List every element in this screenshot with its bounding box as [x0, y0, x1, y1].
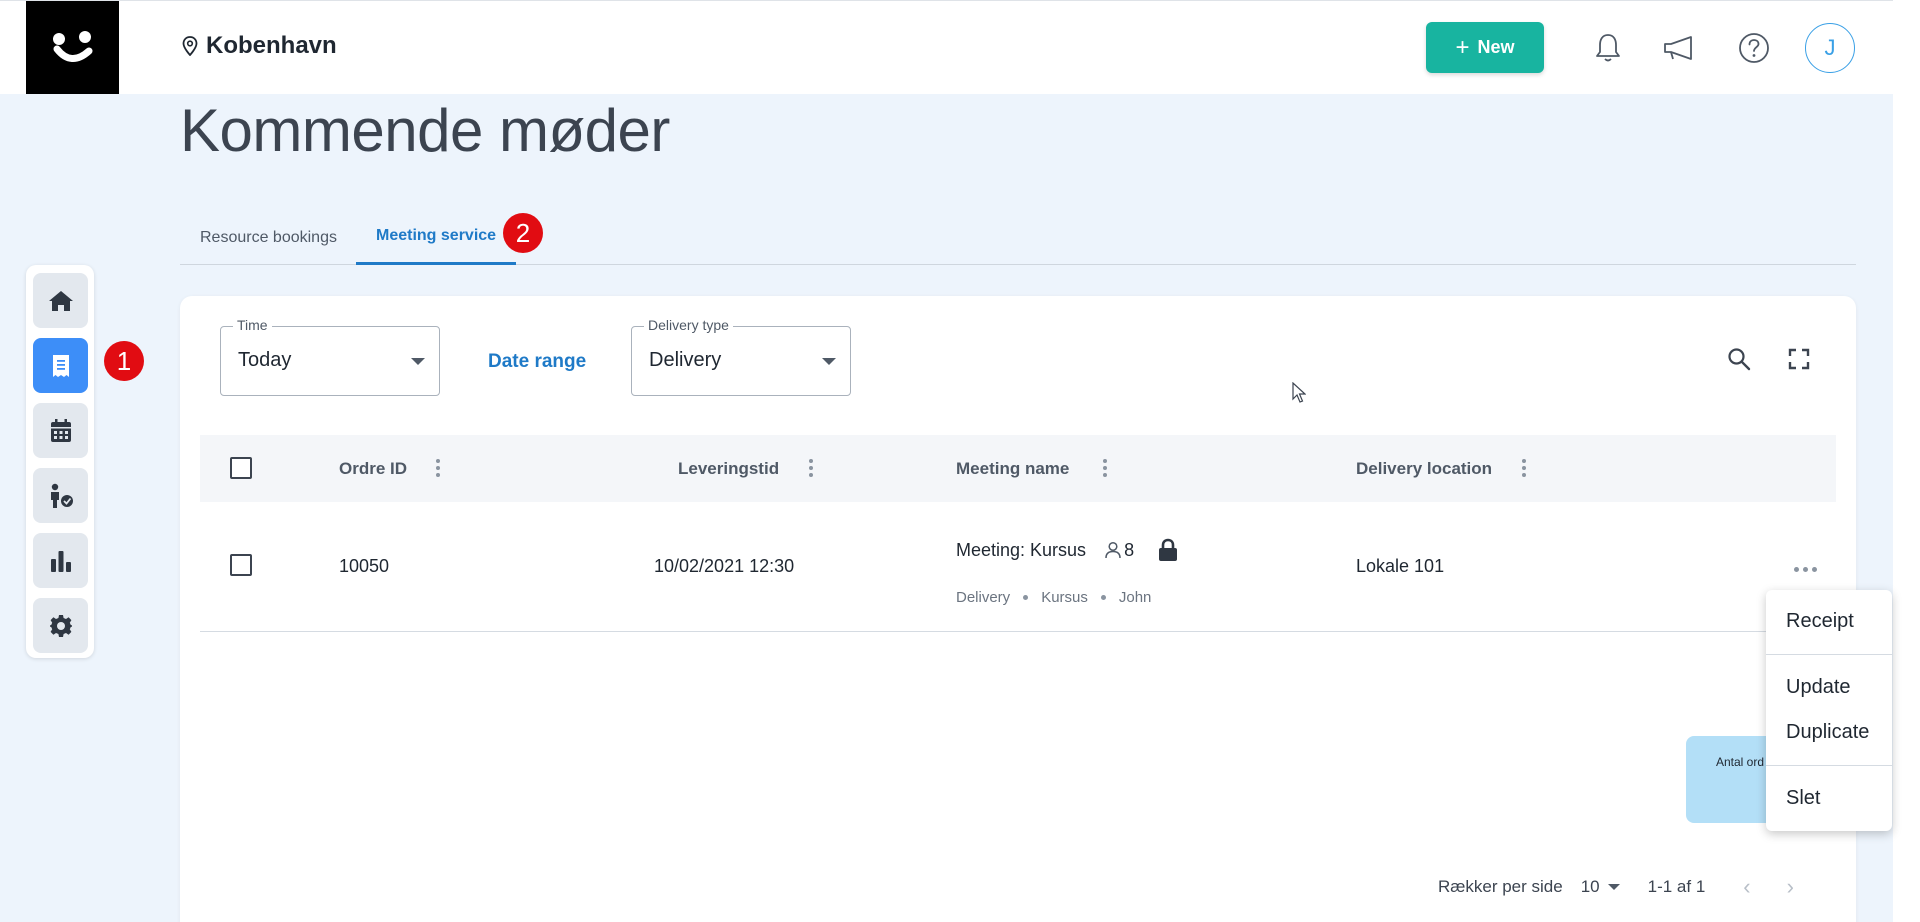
annotation-marker-1: 1 [104, 341, 144, 381]
new-button-label: New [1477, 37, 1515, 57]
column-menu-icon[interactable] [436, 459, 440, 477]
sidebar-item-reports[interactable] [33, 533, 88, 588]
meeting-meta: Delivery Kursus John [956, 589, 1151, 606]
pagination: Rækker per side 10 1-1 af 1 ‹ › [1438, 874, 1794, 900]
column-menu-icon[interactable] [1522, 459, 1526, 477]
row-checkbox[interactable] [230, 554, 252, 576]
caret-down-icon [822, 358, 836, 365]
column-header-leveringstid[interactable]: Leveringstid [678, 435, 779, 502]
sidebar-item-attendance[interactable] [33, 468, 88, 523]
column-menu-icon[interactable] [809, 459, 813, 477]
separator-dot [1023, 595, 1029, 600]
tab-resource-bookings[interactable]: Resource bookings [180, 210, 357, 265]
calendar-icon [50, 418, 71, 442]
notifications-button[interactable] [1590, 30, 1626, 66]
row-context-menu: Receipt Update Duplicate Slet [1766, 590, 1892, 831]
help-icon [1739, 33, 1769, 63]
search-icon [1728, 348, 1751, 371]
meeting-name-cell: Meeting: Kursus 8 [956, 538, 1178, 562]
search-button[interactable] [1724, 344, 1754, 374]
rows-per-page-label: Rækker per side [1438, 877, 1563, 896]
sidebar-item-orders[interactable] [33, 338, 88, 393]
meta-category: Kursus [1041, 589, 1088, 606]
receipt-icon [52, 354, 69, 377]
delivery-type-value: Delivery [649, 349, 722, 371]
previous-page-icon[interactable]: ‹ [1743, 874, 1750, 900]
tab-bar: Resource bookings Meeting service [180, 210, 1856, 265]
delivery-type-select[interactable]: Delivery type Delivery [631, 317, 851, 396]
caret-down-icon [411, 358, 425, 365]
table-row[interactable]: 10050 10/02/2021 12:30 Meeting: Kursus 8… [200, 502, 1836, 632]
column-header-delivery-location[interactable]: Delivery location [1356, 435, 1492, 502]
announcements-button[interactable] [1661, 30, 1697, 66]
bar-chart-icon [50, 550, 71, 572]
menu-item-slet[interactable]: Slet [1786, 787, 1820, 810]
delivery-time: 10/02/2021 12:30 [654, 556, 795, 576]
delivery-type-label: Delivery type [644, 317, 733, 333]
date-range-link[interactable]: Date range [488, 351, 586, 373]
order-id: 10050 [339, 556, 390, 576]
next-page-icon[interactable]: › [1787, 874, 1794, 900]
sidebar [26, 265, 94, 658]
menu-item-receipt[interactable]: Receipt [1786, 610, 1854, 633]
location-pin-icon [182, 36, 198, 56]
logo-icon [52, 30, 92, 62]
app-logo[interactable] [26, 1, 119, 94]
gear-icon [49, 614, 72, 637]
scrollbar-track[interactable] [1893, 0, 1920, 922]
table-header: Ordre ID Leveringstid Meeting name Deliv… [200, 435, 1836, 502]
person-icon [1105, 541, 1121, 559]
menu-divider [1766, 765, 1892, 766]
tab-meeting-service[interactable]: Meeting service [356, 210, 517, 265]
annotation-marker-2: 2 [503, 213, 543, 253]
plus-icon: + [1455, 33, 1470, 61]
fullscreen-icon [1788, 348, 1810, 370]
fullscreen-button[interactable] [1784, 344, 1814, 374]
home-icon [48, 290, 73, 311]
page-range: 1-1 af 1 [1647, 877, 1706, 896]
location-selector[interactable]: Kobenhavn [182, 32, 337, 60]
menu-item-duplicate[interactable]: Duplicate [1786, 721, 1869, 744]
menu-item-update[interactable]: Update [1786, 676, 1851, 699]
new-button[interactable]: + New [1426, 22, 1544, 73]
location-name: Kobenhavn [206, 32, 337, 59]
help-button[interactable] [1736, 30, 1772, 66]
column-header-ordre-id[interactable]: Ordre ID [339, 435, 407, 502]
column-menu-icon[interactable] [1103, 459, 1107, 477]
meta-type: Delivery [956, 589, 1011, 606]
select-all-checkbox[interactable] [230, 457, 252, 479]
column-header-meeting-name[interactable]: Meeting name [956, 435, 1069, 502]
menu-divider [1766, 654, 1892, 655]
attendee-count: 8 [1124, 539, 1135, 560]
more-options-icon[interactable] [1794, 567, 1817, 572]
separator-dot [1100, 595, 1106, 600]
time-select[interactable]: Time Today [220, 317, 440, 396]
sidebar-item-calendar[interactable] [33, 403, 88, 458]
meeting-name: Meeting: Kursus [956, 539, 1087, 560]
bell-icon [1596, 34, 1620, 62]
mouse-cursor-icon [1292, 382, 1306, 403]
time-select-value: Today [238, 349, 292, 371]
meta-host: John [1118, 589, 1152, 606]
orders-card: Time Today Date range Delivery type Deli… [180, 296, 1856, 922]
lock-icon [1159, 538, 1178, 561]
person-check-icon [50, 483, 73, 508]
megaphone-icon [1664, 36, 1692, 60]
rows-per-page-select[interactable]: 10 [1581, 877, 1620, 897]
delivery-location: Lokale 101 [1356, 556, 1445, 576]
user-avatar[interactable]: J [1805, 23, 1855, 73]
time-select-label: Time [233, 317, 272, 333]
sidebar-item-home[interactable] [33, 273, 88, 328]
rows-per-page-value: 10 [1580, 877, 1600, 896]
page-title: Kommende møder [180, 97, 670, 164]
sidebar-item-settings[interactable] [33, 598, 88, 653]
caret-down-icon [1607, 884, 1620, 890]
